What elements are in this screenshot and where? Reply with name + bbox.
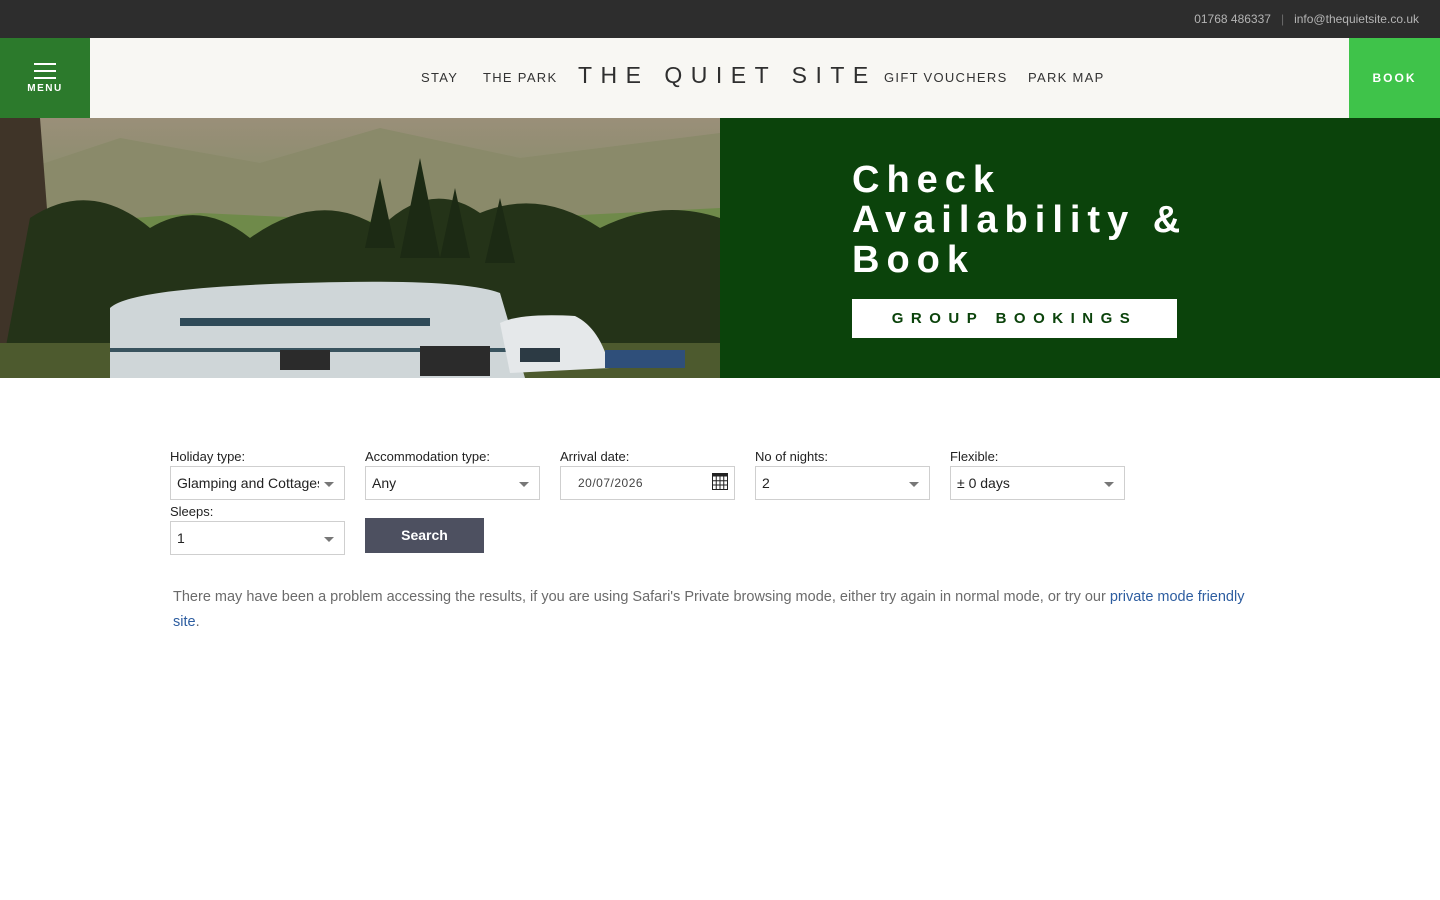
title-line-2: Availability &	[852, 199, 1188, 241]
holiday-type-select[interactable]: Glamping and Cottages	[170, 466, 345, 500]
sleeps-select[interactable]: 1	[170, 521, 345, 555]
chevron-down-icon	[1104, 482, 1114, 487]
accommodation-type-select[interactable]: Any	[365, 466, 540, 500]
contact-separator: |	[1280, 12, 1285, 26]
flexible-select[interactable]: ± 0 days	[950, 466, 1125, 500]
nights-select[interactable]: 2	[755, 466, 930, 500]
flexible-value: ± 0 days	[957, 475, 1010, 491]
title-line-3: Book	[852, 239, 975, 281]
title-line-1: Check	[852, 159, 1002, 201]
holiday-type-value: Glamping and Cottages	[177, 475, 319, 491]
arrival-date-value: 20/07/2026	[578, 476, 644, 490]
email-link[interactable]: info@thequietsite.co.uk	[1294, 12, 1419, 26]
results-notice: There may have been a problem accessing …	[173, 585, 1263, 635]
contact-links: 01768 486337 | info@thequietsite.co.uk	[1194, 12, 1419, 26]
menu-button[interactable]: MENU	[0, 38, 90, 118]
search-button[interactable]: Search	[365, 518, 484, 553]
page-title: Check Availability & Book	[852, 160, 1412, 280]
hero-panel: Check Availability & Book GROUP BOOKINGS	[720, 118, 1440, 378]
hero-image	[0, 118, 720, 378]
flexible-label: Flexible:	[950, 449, 999, 464]
accommodation-type-value: Any	[372, 475, 397, 491]
calendar-icon[interactable]	[712, 472, 728, 490]
sleeps-label: Sleeps:	[170, 504, 214, 519]
nights-value: 2	[762, 475, 770, 491]
top-contact-bar: 01768 486337 | info@thequietsite.co.uk	[0, 0, 1440, 38]
nav-stay[interactable]: STAY	[421, 70, 458, 85]
sleeps-value: 1	[177, 530, 185, 546]
chevron-down-icon	[324, 537, 334, 542]
site-header: MENU STAY THE PARK THE QUIET SITE GIFT V…	[0, 38, 1440, 118]
book-button[interactable]: BOOK	[1349, 38, 1440, 118]
site-logo[interactable]: THE QUIET SITE	[578, 62, 877, 89]
group-bookings-button[interactable]: GROUP BOOKINGS	[852, 299, 1177, 338]
notice-end: .	[195, 614, 200, 630]
nights-label: No of nights:	[755, 449, 828, 464]
holiday-type-label: Holiday type:	[170, 449, 246, 464]
accommodation-type-label: Accommodation type:	[365, 449, 491, 464]
menu-label: MENU	[27, 83, 63, 94]
hamburger-icon	[34, 63, 56, 84]
notice-text: There may have been a problem accessing …	[173, 589, 1110, 605]
arrival-date-input[interactable]: 20/07/2026	[560, 466, 735, 500]
chevron-down-icon	[324, 482, 334, 487]
chevron-down-icon	[909, 482, 919, 487]
nav-park-map[interactable]: PARK MAP	[1028, 70, 1105, 85]
chevron-down-icon	[519, 482, 529, 487]
phone-link[interactable]: 01768 486337	[1194, 12, 1271, 26]
arrival-date-label: Arrival date:	[560, 449, 630, 464]
nav-the-park[interactable]: THE PARK	[483, 70, 557, 85]
nav-gift-vouchers[interactable]: GIFT VOUCHERS	[884, 70, 1008, 85]
